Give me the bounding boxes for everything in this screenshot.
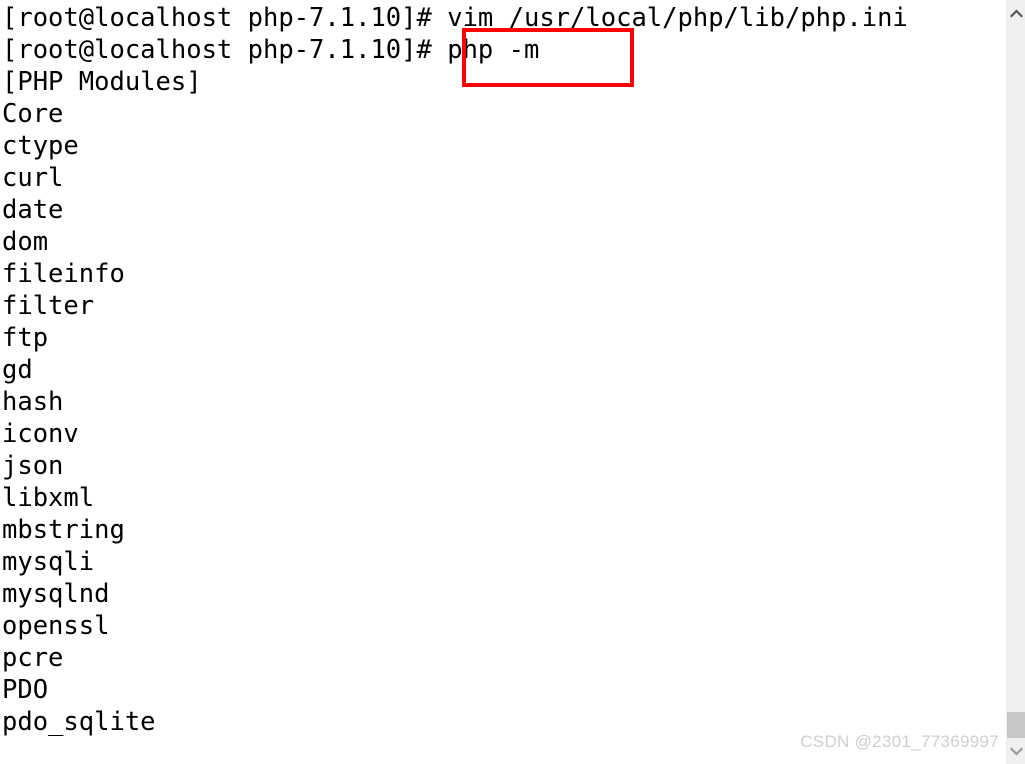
terminal-line: mbstring bbox=[2, 515, 125, 545]
terminal-line: gd bbox=[2, 355, 33, 385]
terminal-line: openssl bbox=[2, 611, 110, 641]
terminal-line: hash bbox=[2, 387, 64, 417]
terminal-line: filter bbox=[2, 291, 95, 321]
chevron-down-icon[interactable] bbox=[1006, 740, 1025, 762]
terminal-line: curl bbox=[2, 163, 64, 193]
scrollbar-thumb[interactable] bbox=[1007, 712, 1025, 738]
vertical-scrollbar[interactable] bbox=[1005, 0, 1025, 764]
terminal-line: ftp bbox=[2, 323, 49, 353]
terminal-line: mysqli bbox=[2, 547, 95, 577]
terminal-line: [PHP Modules] bbox=[2, 67, 202, 97]
terminal-line: PDO bbox=[2, 675, 49, 705]
terminal-line: fileinfo bbox=[2, 259, 125, 289]
chevron-up-icon[interactable] bbox=[1006, 2, 1025, 24]
terminal-line: date bbox=[2, 195, 64, 225]
terminal-line: [root@localhost php-7.1.10]# vim /usr/lo… bbox=[2, 3, 908, 33]
terminal-line: libxml bbox=[2, 483, 95, 513]
terminal-line: iconv bbox=[2, 419, 79, 449]
terminal-line: pcre bbox=[2, 643, 64, 673]
watermark-text: CSDN @2301_77369997 bbox=[800, 732, 999, 751]
terminal-line: [root@localhost php-7.1.10]# php -m bbox=[2, 35, 540, 65]
terminal-line: mysqlnd bbox=[2, 579, 110, 609]
terminal-line: dom bbox=[2, 227, 49, 257]
terminal-output[interactable]: [root@localhost php-7.1.10]# vim /usr/lo… bbox=[0, 0, 1000, 764]
terminal-window: [root@localhost php-7.1.10]# vim /usr/lo… bbox=[0, 0, 1025, 764]
terminal-line: Core bbox=[2, 99, 64, 129]
terminal-line: json bbox=[2, 451, 64, 481]
terminal-line: ctype bbox=[2, 131, 79, 161]
